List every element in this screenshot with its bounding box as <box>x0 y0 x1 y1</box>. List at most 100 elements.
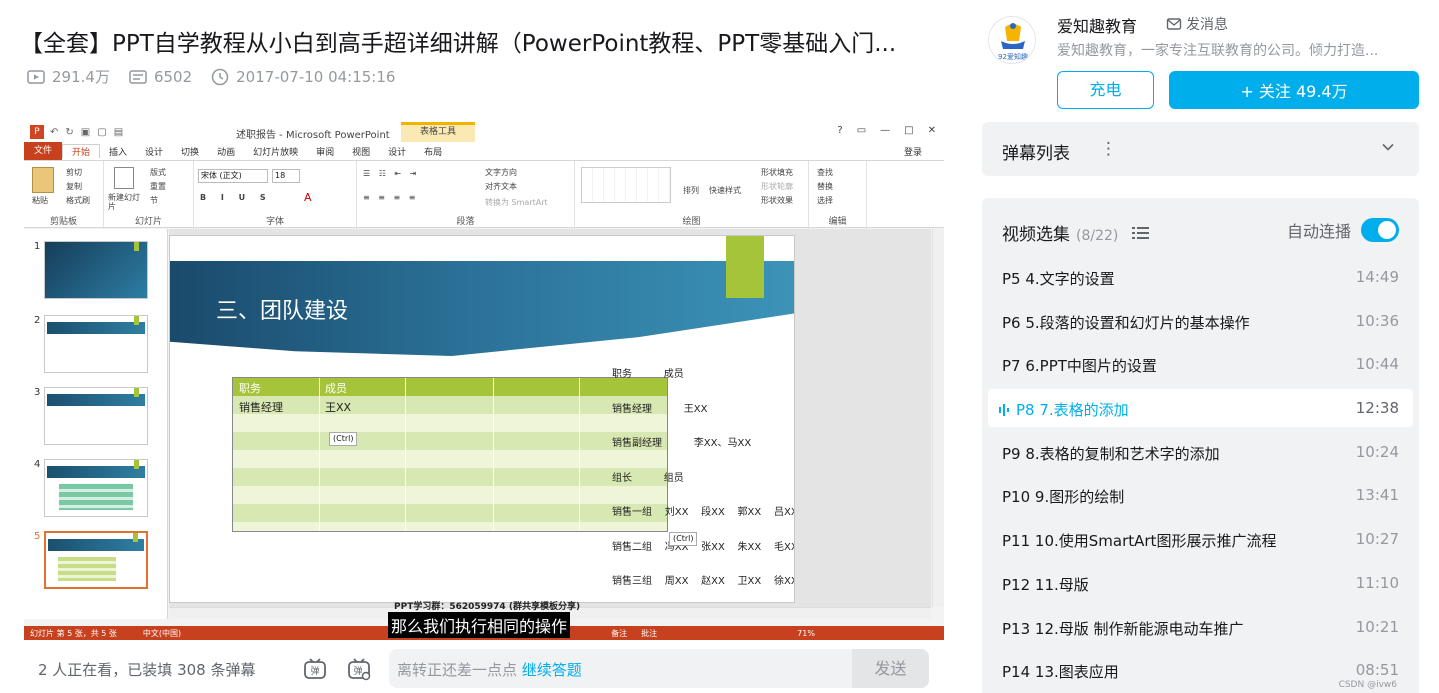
paste-label: 粘贴 <box>32 196 48 205</box>
episode-item[interactable]: P11 10.使用SmartArt图形展示推广流程 10:27 <box>988 520 1413 558</box>
episode-item[interactable]: P5 4.文字的设置 14:49 <box>988 258 1413 296</box>
uploader-avatar[interactable]: 92爱知趣 <box>988 16 1036 64</box>
send-danmaku-button[interactable]: 发送 <box>852 649 929 688</box>
episode-duration: 10:24 <box>1355 443 1399 461</box>
shape-effect-label: 形状效果 <box>761 196 793 205</box>
episode-item[interactable]: P13 12.母版 制作新能源电动车推广 10:21 <box>988 608 1413 646</box>
pasted-line: 销售二组 冯XX 张XX 朱XX 毛XX <box>612 541 795 553</box>
episode-item[interactable]: P7 6.PPT中图片的设置 10:44 <box>988 345 1413 383</box>
shape-gallery <box>581 167 671 203</box>
slide-thumbnail <box>44 241 148 299</box>
font-color-icon: A <box>304 191 312 204</box>
episode-playlist: 视频选集 (8/22) 自动连播 P5 4.文字的设置 14:49 P6 5.段落… <box>982 198 1419 693</box>
format-painter-label: 格式刷 <box>66 196 90 205</box>
thumb-number: 5 <box>34 531 41 542</box>
table-cell: 王XX <box>325 401 352 414</box>
replace-label: 替换 <box>817 182 833 191</box>
episode-item[interactable]: P12 11.母版 11:10 <box>988 564 1413 602</box>
danmaku-list-panel[interactable]: 弹幕列表 ⋮ <box>982 122 1419 176</box>
align-text-label: 对齐文本 <box>485 182 517 191</box>
danmaku-icon <box>129 69 147 84</box>
ppt-tab-home: 开始 <box>62 144 101 158</box>
thumb-number: 3 <box>34 387 41 398</box>
slide-thumbnail <box>44 459 148 517</box>
playlist-title: 视频选集 <box>1002 225 1070 245</box>
continue-quiz-link[interactable]: 继续答题 <box>522 661 582 679</box>
view-count: 291.4万 <box>26 66 110 87</box>
episode-item[interactable]: P10 9.图形的绘制 13:41 <box>988 476 1413 514</box>
table-header-row <box>233 378 667 396</box>
playlist-header: 视频选集 (8/22) <box>1002 220 1150 245</box>
ppt-document-title: 述职报告 - Microsoft PowerPoint <box>236 130 390 141</box>
viewer-status: 2 人正在看，已装填 308 条弹幕 <box>38 661 256 679</box>
ppt-ribbon: 粘贴 剪切 复制 格式刷 剪贴板 新建幻灯片 版式 重置 节 幻灯片 宋体 (正… <box>24 160 944 229</box>
ribbon-group-paragraph: ☰ ☷ ⇤ ⇥ ≡ ≡ ≡ ≡ 文字方向 对齐文本 转换为 SmartArt 段… <box>357 161 575 229</box>
episode-duration: 10:21 <box>1355 618 1399 636</box>
slide-thumbnail <box>44 387 148 445</box>
slide-thumbnail-selected <box>44 531 148 589</box>
episode-label: P7 6.PPT中图片的设置 <box>1002 357 1157 375</box>
pasted-line: 销售副经理 李XX、马XX <box>612 438 752 449</box>
danmaku-settings-icon[interactable]: 弹 <box>346 656 372 682</box>
clipboard-group-label: 剪贴板 <box>49 217 77 227</box>
autoplay-control: 自动连播 <box>1287 218 1399 242</box>
paste-icon <box>32 167 54 193</box>
video-player[interactable]: P ↶ ↻ ▣ ▢ ▤ 述职报告 - Microsoft PowerPoint … <box>24 122 944 640</box>
pasted-text-block: 职务 成员 销售经理 王XX 销售副经理 李XX、马XX 组长 组员 销售一组 … <box>612 346 795 602</box>
redo-icon: ↻ <box>65 126 74 138</box>
episode-duration: 11:10 <box>1355 574 1399 592</box>
danmaku-toggle-icon[interactable]: 弹 <box>302 656 328 682</box>
shape-outline-label: 形状轮廓 <box>761 182 793 191</box>
layout-label: 版式 <box>150 168 166 177</box>
video-subtitle: 那么我们执行相同的操作 <box>388 612 571 638</box>
slide-thumbnail-panel: 1 2 3 4 5 <box>24 229 168 619</box>
episode-duration: 10:36 <box>1355 312 1399 330</box>
ribbon-group-font: 宋体 (正文) 18 B I U S A 字体 <box>194 161 357 229</box>
uploader-description: 爱知趣教育，一家专注互联教育的公司。倾力打造... <box>1057 43 1379 59</box>
autoplay-toggle[interactable] <box>1361 218 1399 242</box>
danmaku-input[interactable]: 离转正还差一点点 继续答题 发送 <box>389 649 929 688</box>
pasted-line: 销售三组 周XX 赵XX 卫XX 徐XX <box>612 576 795 587</box>
copy-label: 复制 <box>66 182 82 191</box>
placeholder-text: 离转正还差一点点 <box>397 661 518 679</box>
new-slide-label: 新建幻灯片 <box>108 193 140 211</box>
chevron-down-icon[interactable] <box>1381 140 1395 154</box>
slide-heading: 三、团队建设 <box>216 299 349 324</box>
ribbon-group-drawing: 排列 快速样式 形状填充 形状轮廓 形状效果 绘图 <box>575 161 809 229</box>
send-message-link[interactable]: 发消息 <box>1166 14 1228 34</box>
minimize-icon: — <box>880 125 891 136</box>
ppt-tab-table-layout: 布局 <box>424 147 443 158</box>
episode-duration: 08:51 <box>1355 661 1399 679</box>
find-label: 查找 <box>817 168 833 177</box>
ppt-tab-insert: 插入 <box>109 147 128 158</box>
episode-label-text: P8 7.表格的添加 <box>1016 401 1129 419</box>
smartart-label: 转换为 SmartArt <box>485 198 548 207</box>
episode-item-active[interactable]: P8 7.表格的添加 12:38 <box>988 389 1413 427</box>
list-view-icon[interactable] <box>1132 226 1150 240</box>
now-playing-icon <box>999 404 1009 416</box>
publish-date: 2017-07-10 04:15:16 <box>210 66 395 87</box>
slide-canvas-area: 三、团队建设 职务 成员 销售经理 王XX (Ctrl) 职务 成员 销售经理 … <box>169 229 931 607</box>
video-meta: 291.4万 6502 2017-07-10 04:15:16 <box>26 66 395 87</box>
follow-button[interactable]: + 关注 49.4万 <box>1169 71 1419 109</box>
table-cell: 销售经理 <box>239 401 283 414</box>
episode-item[interactable]: P6 5.段落的设置和幻灯片的基本操作 10:36 <box>988 302 1413 340</box>
svg-text:弹: 弹 <box>310 665 319 677</box>
episode-item[interactable]: P9 8.表格的复制和艺术字的添加 10:24 <box>988 433 1413 471</box>
table-row <box>233 396 667 414</box>
episode-duration: 12:38 <box>1355 399 1399 417</box>
ppt-login: 登录 <box>903 147 922 158</box>
charge-button[interactable]: 充电 <box>1057 71 1154 109</box>
ppt-window-controls: ? ▭ — □ ✕ <box>837 125 936 136</box>
clock-icon <box>211 68 229 85</box>
episode-label: P10 9.图形的绘制 <box>1002 488 1125 506</box>
ppt-tab-design: 设计 <box>145 147 164 158</box>
shape-fill-label: 形状填充 <box>761 168 793 177</box>
ppt-tab-view: 视图 <box>352 147 371 158</box>
slide-count-status: 幻灯片 第 5 张，共 5 张 <box>30 628 117 638</box>
font-name-box: 宋体 (正文) <box>198 169 268 183</box>
uploader-name[interactable]: 爱知趣教育 <box>1057 13 1137 37</box>
more-options-icon[interactable]: ⋮ <box>1100 139 1117 159</box>
episode-duration: 10:27 <box>1355 530 1399 548</box>
ppt-tab-transitions: 切换 <box>181 147 200 158</box>
